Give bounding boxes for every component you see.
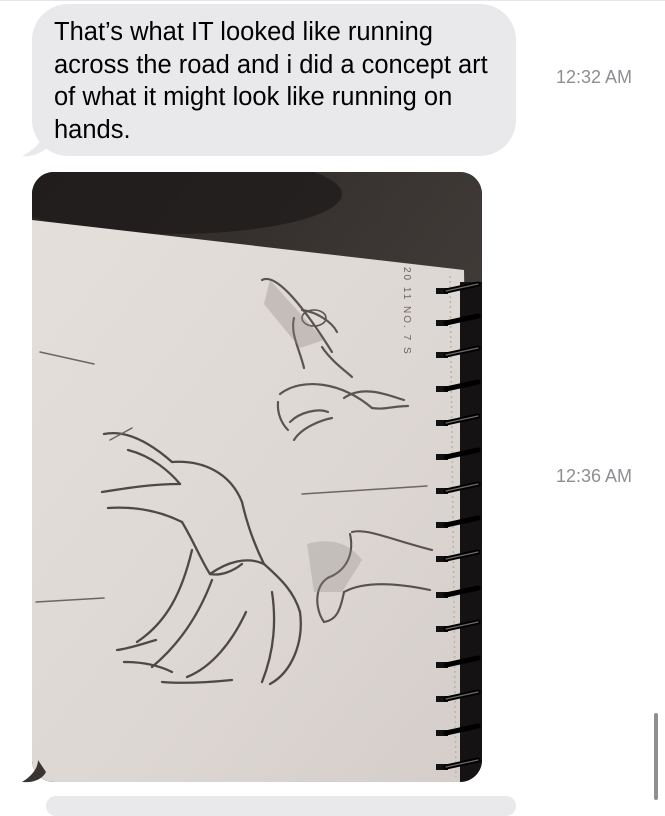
top-divider xyxy=(0,0,665,1)
message-timestamp: 12:32 AM xyxy=(555,67,632,87)
bubble-tail-icon xyxy=(22,126,50,157)
page-date-note: 20 11 NO. 7 S xyxy=(401,267,412,356)
received-message-bubble[interactable]: That’s what IT looked like running acros… xyxy=(32,4,516,156)
sketchbook-photo: 20 11 NO. 7 S xyxy=(32,172,482,782)
photo-attachment[interactable]: 20 11 NO. 7 S xyxy=(32,172,482,782)
scrollbar[interactable] xyxy=(654,713,658,800)
photo-timestamp: 12:36 AM xyxy=(555,466,632,486)
next-message-bubble[interactable] xyxy=(46,796,516,816)
photo-tail-icon xyxy=(22,760,46,783)
svg-text:20 11 NO. 7 S: 20 11 NO. 7 S xyxy=(401,267,412,356)
message-text: That’s what IT looked like running acros… xyxy=(54,18,488,144)
